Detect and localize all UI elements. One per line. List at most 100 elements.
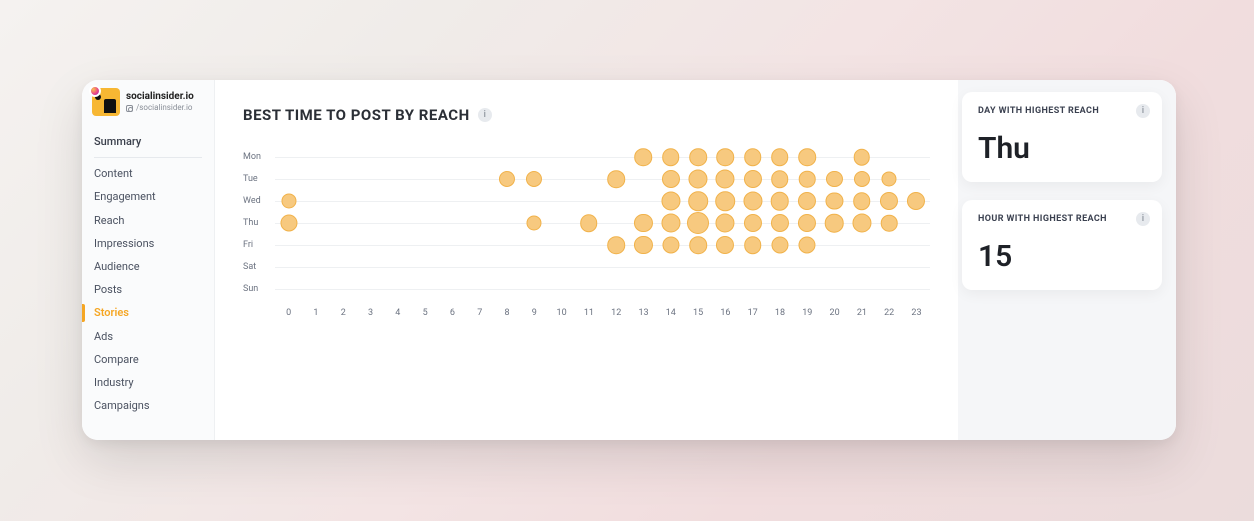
data-point[interactable]: [880, 192, 898, 210]
card-highest-day: DAY WITH HIGHEST REACH i Thu: [962, 92, 1162, 182]
data-point[interactable]: [688, 191, 708, 211]
data-point[interactable]: [798, 192, 816, 210]
data-point[interactable]: [687, 212, 709, 234]
data-point[interactable]: [853, 192, 871, 210]
x-axis-hours: 01234567891011121314151617181920212223: [275, 308, 930, 318]
data-point[interactable]: [854, 171, 870, 187]
gridline: [275, 157, 930, 158]
sidebar-item-summary[interactable]: Summary: [82, 130, 214, 153]
sidebar-item-engagement[interactable]: Engagement: [82, 185, 214, 208]
info-icon[interactable]: i: [1136, 104, 1150, 118]
sidebar-item-ads[interactable]: Ads: [82, 325, 214, 348]
data-point[interactable]: [634, 236, 652, 254]
data-point[interactable]: [771, 148, 789, 166]
x-tick-label: 5: [411, 308, 438, 318]
profile-header[interactable]: socialinsider.io /socialinsider.io: [82, 88, 214, 124]
data-point[interactable]: [826, 192, 843, 209]
data-point[interactable]: [662, 148, 680, 166]
data-point[interactable]: [717, 148, 735, 166]
x-tick-label: 23: [903, 308, 930, 318]
x-tick-label: 3: [357, 308, 384, 318]
data-point[interactable]: [744, 214, 762, 232]
data-point[interactable]: [689, 236, 707, 254]
instagram-icon: [89, 85, 101, 97]
data-point[interactable]: [799, 236, 816, 253]
sidebar-item-compare[interactable]: Compare: [82, 348, 214, 371]
x-tick-label: 1: [302, 308, 329, 318]
x-tick-label: 4: [384, 308, 411, 318]
data-point[interactable]: [743, 191, 762, 210]
x-tick-label: 12: [603, 308, 630, 318]
sidebar-item-reach[interactable]: Reach: [82, 209, 214, 232]
gridline: [275, 267, 930, 268]
x-tick-label: 11: [575, 308, 602, 318]
data-point[interactable]: [661, 213, 680, 232]
data-point[interactable]: [771, 214, 789, 232]
data-point[interactable]: [716, 213, 735, 232]
sidebar-item-audience[interactable]: Audience: [82, 255, 214, 278]
sidebar-item-content[interactable]: Content: [82, 162, 214, 185]
y-tick-label: Mon: [243, 152, 273, 162]
data-point[interactable]: [280, 214, 297, 231]
data-point[interactable]: [825, 214, 844, 233]
chart-row-fri: Fri: [243, 234, 930, 256]
data-point[interactable]: [689, 148, 707, 166]
sidebar-item-posts[interactable]: Posts: [82, 278, 214, 301]
data-point[interactable]: [882, 171, 897, 186]
info-icon[interactable]: i: [478, 108, 492, 122]
card-value: 15: [978, 242, 1146, 272]
data-point[interactable]: [826, 171, 842, 187]
data-point[interactable]: [744, 148, 762, 166]
sidebar-item-industry[interactable]: Industry: [82, 371, 214, 394]
data-point[interactable]: [771, 192, 790, 211]
data-point[interactable]: [716, 236, 734, 254]
card-highest-hour: HOUR WITH HIGHEST REACH i 15: [962, 200, 1162, 290]
data-point[interactable]: [635, 148, 653, 166]
info-icon[interactable]: i: [1136, 212, 1150, 226]
data-point[interactable]: [881, 215, 898, 232]
divider: [94, 157, 202, 158]
data-point[interactable]: [853, 149, 870, 166]
data-point[interactable]: [716, 169, 735, 188]
sidebar-item-impressions[interactable]: Impressions: [82, 232, 214, 255]
sidebar-item-campaigns[interactable]: Campaigns: [82, 394, 214, 417]
data-point[interactable]: [907, 192, 925, 210]
data-point[interactable]: [852, 213, 871, 232]
instagram-icon: [126, 105, 133, 112]
data-point[interactable]: [580, 214, 598, 232]
data-point[interactable]: [771, 236, 788, 253]
data-point[interactable]: [716, 191, 736, 211]
data-point[interactable]: [499, 171, 515, 187]
y-tick-label: Thu: [243, 218, 273, 228]
data-point[interactable]: [661, 191, 680, 210]
data-point[interactable]: [662, 236, 679, 253]
data-point[interactable]: [281, 193, 296, 208]
data-point[interactable]: [798, 148, 816, 166]
y-tick-label: Fri: [243, 240, 273, 250]
data-point[interactable]: [744, 170, 762, 188]
avatar: [92, 88, 120, 116]
x-tick-label: 13: [630, 308, 657, 318]
x-tick-label: 8: [493, 308, 520, 318]
data-point[interactable]: [526, 171, 542, 187]
chart-row-sat: Sat: [243, 256, 930, 278]
y-tick-label: Sun: [243, 284, 273, 294]
data-point[interactable]: [799, 171, 816, 188]
brand-handle: /socialinsider.io: [136, 104, 192, 112]
gridline: [275, 289, 930, 290]
x-tick-label: 0: [275, 308, 302, 318]
y-tick-label: Sat: [243, 262, 273, 272]
data-point[interactable]: [688, 169, 707, 188]
data-point[interactable]: [527, 215, 542, 230]
x-tick-label: 7: [466, 308, 493, 318]
summary-cards: DAY WITH HIGHEST REACH i Thu HOUR WITH H…: [958, 80, 1176, 440]
sidebar-item-stories[interactable]: Stories: [82, 301, 214, 324]
data-point[interactable]: [634, 214, 652, 232]
data-point[interactable]: [771, 170, 789, 188]
y-tick-label: Wed: [243, 196, 273, 206]
data-point[interactable]: [744, 236, 762, 254]
data-point[interactable]: [607, 170, 625, 188]
data-point[interactable]: [607, 236, 625, 254]
data-point[interactable]: [662, 170, 680, 188]
data-point[interactable]: [798, 214, 816, 232]
